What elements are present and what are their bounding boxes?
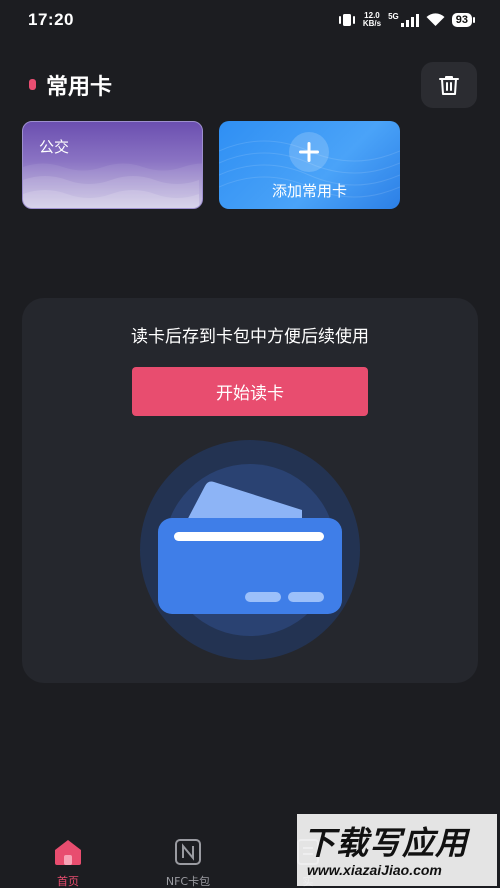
home-icon [55,840,81,865]
add-card-button[interactable]: 添加常用卡 [219,121,400,209]
watermark-text: 下载写应用 [303,824,469,862]
trash-icon [439,76,459,95]
read-card-panel: 读卡后存到卡包中方便后续使用 开始读卡 [22,298,478,683]
signal-icon [400,13,419,27]
plus-icon [299,142,319,162]
page-title: 常用卡 [46,75,113,100]
status-time: 17:20 [28,10,74,29]
title-accent-dot [29,79,36,90]
wifi-icon [426,13,445,26]
nav-nfc-label: NFC卡包 [165,875,211,888]
nav-home-label: 首页 [57,875,79,888]
network-type-label: 5G [388,11,399,21]
delete-button[interactable] [421,62,477,108]
card-label: 公交 [39,138,70,156]
plus-circle [289,132,329,172]
nav-home[interactable]: 首页 [28,838,108,888]
wallet-card-illustration [140,440,360,660]
status-icons: 12.0 KB/s 5G 93 [338,11,476,28]
nav-nfc-wallet[interactable]: NFC卡包 [148,838,228,888]
net-speed: 12.0 KB/s [363,12,381,28]
start-read-button[interactable]: 开始读卡 [132,367,368,416]
add-card-label: 添加常用卡 [271,182,347,200]
nfc-icon [175,839,201,865]
net-speed-unit: KB/s [362,19,382,28]
battery-indicator: 93 [451,13,476,27]
status-bar: 17:20 12.0 KB/s 5G 93 [0,0,500,40]
vibrate-icon [338,14,355,26]
watermark: 下载写应用 www.xiazaiJiao.com [297,814,497,886]
watermark-url: www.xiazaiJiao.com [307,862,442,878]
header: 常用卡 [0,62,500,108]
read-hint-text: 读卡后存到卡包中方便后续使用 [131,327,369,347]
bus-card[interactable]: 公交 [22,121,203,209]
